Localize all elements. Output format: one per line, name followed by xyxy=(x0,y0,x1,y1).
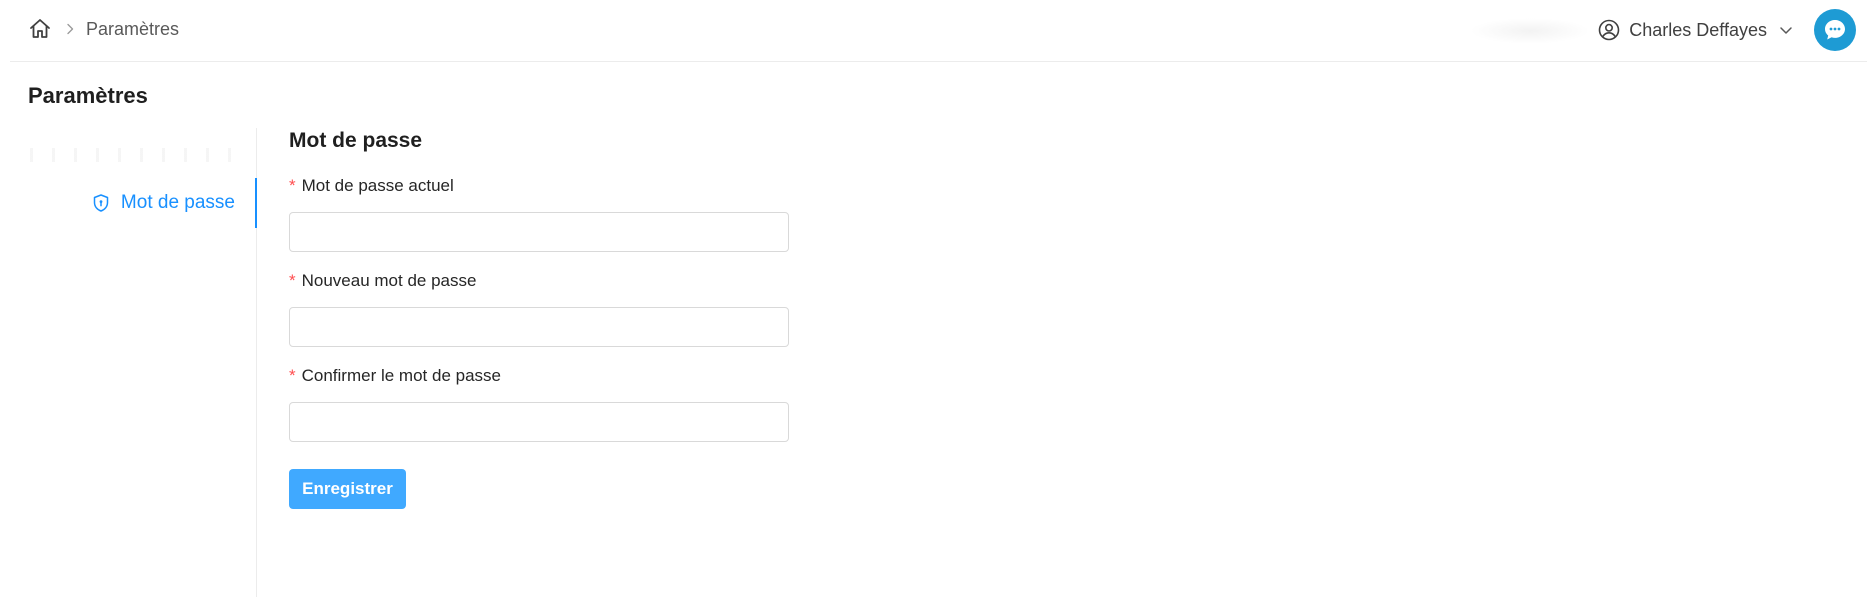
confirm-password-label-text: Confirmer le mot de passe xyxy=(301,366,501,385)
save-button[interactable]: Enregistrer xyxy=(289,469,406,509)
current-password-input[interactable] xyxy=(289,212,789,252)
form-title: Mot de passe xyxy=(289,129,423,152)
breadcrumb-current: Paramètres xyxy=(86,18,180,39)
chat-button[interactable] xyxy=(1814,9,1856,51)
password-form: Mot de passe * Mot de passe actuel * Nouve… xyxy=(289,128,889,509)
required-marker: * xyxy=(289,366,296,385)
new-password-label: * Nouveau mot de passe xyxy=(289,270,789,292)
breadcrumb: Paramètres xyxy=(28,17,179,41)
user-name: Charles Deffayes xyxy=(1629,19,1767,40)
user-menu[interactable]: Charles Deffayes xyxy=(1598,17,1794,43)
confirm-password-label: * Confirmer le mot de passe xyxy=(289,365,789,387)
user-icon xyxy=(1598,19,1620,41)
new-password-label-text: Nouveau mot de passe xyxy=(301,271,477,290)
confirm-password-field: * Confirmer le mot de passe xyxy=(289,365,789,442)
chevron-right-icon xyxy=(63,22,77,36)
new-password-input[interactable] xyxy=(289,307,789,347)
current-password-label-text: Mot de passe actuel xyxy=(301,176,454,195)
settings-sidebar: Mot de passe xyxy=(0,128,257,597)
chevron-down-icon xyxy=(1778,22,1794,38)
required-marker: * xyxy=(289,176,296,195)
home-icon[interactable] xyxy=(28,17,52,41)
blurred-area xyxy=(1470,18,1590,44)
blurred-nav-item xyxy=(30,148,250,162)
confirm-password-input[interactable] xyxy=(289,402,789,442)
top-bar: Paramètres Charles Deffayes xyxy=(10,0,1867,62)
new-password-field: * Nouveau mot de passe xyxy=(289,270,789,347)
chat-icon xyxy=(1822,17,1848,43)
shield-icon xyxy=(91,193,111,213)
required-marker: * xyxy=(289,271,296,290)
current-password-field: * Mot de passe actuel xyxy=(289,175,789,252)
sidebar-item-label: Mot de passe xyxy=(120,192,235,213)
page-title: Paramètres xyxy=(28,83,148,108)
sidebar-item-password[interactable]: Mot de passe xyxy=(0,178,257,228)
current-password-label: * Mot de passe actuel xyxy=(289,175,789,197)
